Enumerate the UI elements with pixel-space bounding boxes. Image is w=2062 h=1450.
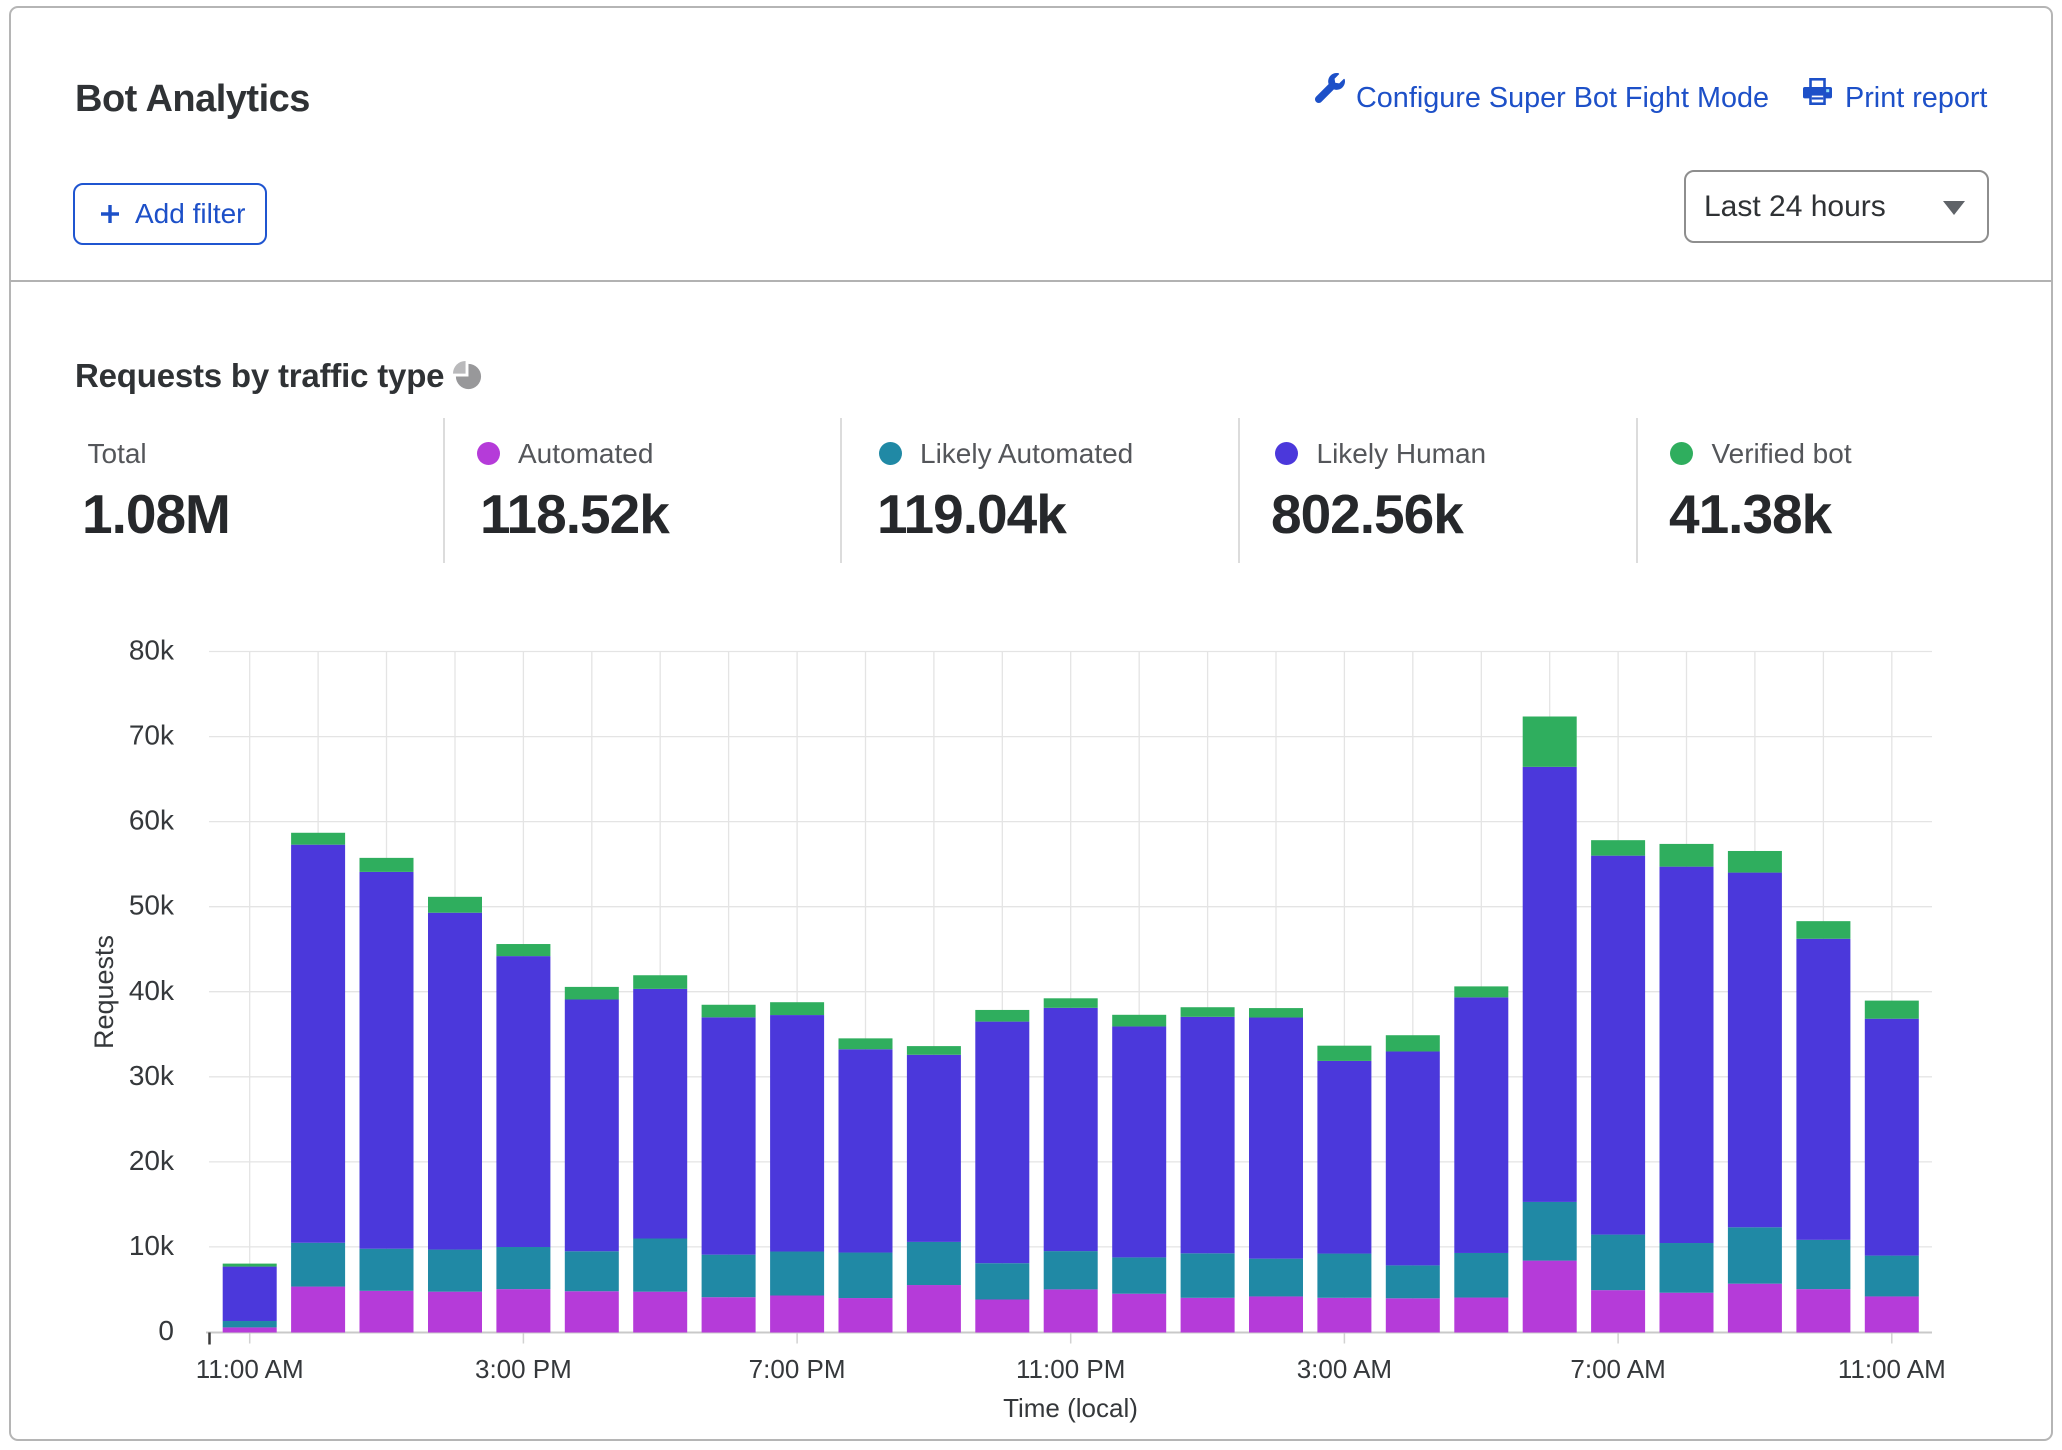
svg-text:30k: 30k: [129, 1060, 175, 1091]
svg-text:11:00 AM: 11:00 AM: [196, 1354, 304, 1384]
svg-text:Requests: Requests: [89, 935, 119, 1049]
svg-text:50k: 50k: [129, 890, 175, 921]
svg-text:20k: 20k: [129, 1145, 175, 1176]
svg-text:0: 0: [158, 1315, 174, 1346]
svg-text:11:00 AM: 11:00 AM: [1838, 1354, 1946, 1384]
svg-text:60k: 60k: [129, 805, 175, 836]
svg-text:70k: 70k: [129, 720, 175, 751]
svg-text:3:00 AM: 3:00 AM: [1297, 1354, 1392, 1384]
svg-text:Time (local): Time (local): [1003, 1393, 1138, 1423]
svg-text:7:00 PM: 7:00 PM: [749, 1354, 846, 1384]
svg-text:3:00 PM: 3:00 PM: [475, 1354, 572, 1384]
svg-text:7:00 AM: 7:00 AM: [1570, 1354, 1665, 1384]
svg-text:11:00 PM: 11:00 PM: [1016, 1354, 1125, 1384]
svg-text:10k: 10k: [129, 1230, 175, 1261]
svg-text:80k: 80k: [129, 635, 175, 666]
svg-text:40k: 40k: [129, 975, 175, 1006]
